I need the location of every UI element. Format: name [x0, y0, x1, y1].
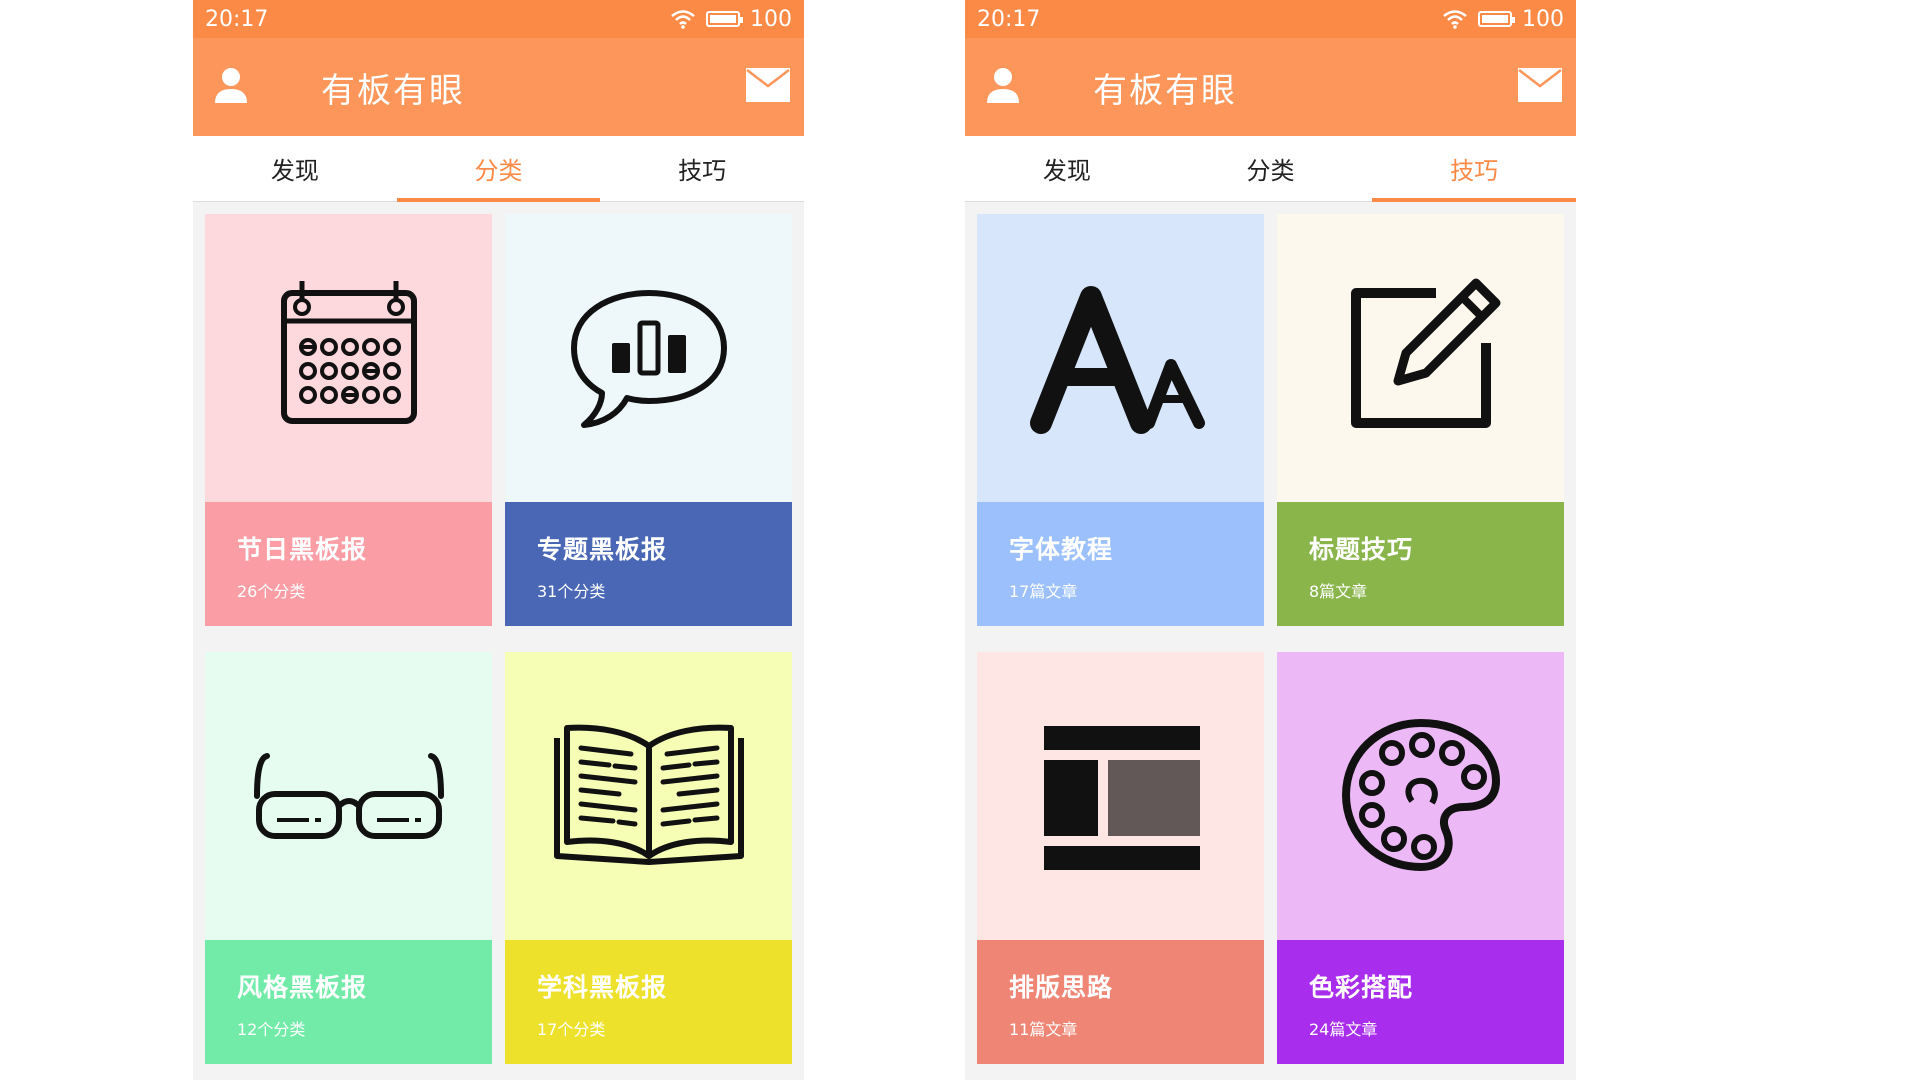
tab-tips[interactable]: 技巧	[1372, 136, 1576, 202]
card-count: 17个分类	[537, 1020, 606, 1039]
wifi-icon	[671, 10, 695, 29]
open-book-icon	[553, 724, 744, 865]
card-image	[1277, 652, 1564, 940]
card-count: 17篇文章	[1009, 582, 1078, 601]
edit-icon	[1350, 278, 1500, 428]
card-title: 专题黑板报	[537, 535, 668, 564]
card-title: 字体教程	[1009, 535, 1114, 564]
battery-icon	[1478, 11, 1515, 27]
app-bar: 有板有眼	[193, 38, 804, 136]
tips-card-layout[interactable]: 排版思路 11篇文章	[977, 652, 1264, 1064]
tips-card-font[interactable]: 字体教程 17篇文章	[977, 214, 1264, 626]
category-card-style[interactable]: 风格黑板报 12个分类	[205, 652, 492, 1064]
card-count: 12个分类	[237, 1020, 306, 1039]
tab-discover[interactable]: 发现	[193, 136, 397, 201]
category-card-topic[interactable]: 专题黑板报 31个分类	[505, 214, 792, 626]
card-image	[505, 214, 792, 502]
card-footer: 学科黑板报 17个分类	[505, 940, 792, 1064]
card-count: 26个分类	[237, 582, 306, 601]
card-image	[505, 652, 792, 940]
category-card-festival[interactable]: 节日黑板报 26个分类	[205, 214, 492, 626]
status-bar: 20:17 100	[193, 0, 804, 38]
tab-bar: 发现 分类 技巧	[965, 136, 1576, 202]
tab-tips[interactable]: 技巧	[600, 136, 804, 201]
card-footer: 字体教程 17篇文章	[977, 502, 1264, 626]
tab-discover[interactable]: 发现	[965, 136, 1169, 201]
card-count: 31个分类	[537, 582, 606, 601]
phone-screen-left: 20:17 100 有板有眼 发现 分类 技巧 节日黑板报 26个分类 专题黑板…	[193, 0, 804, 1080]
card-image	[977, 652, 1264, 940]
app-title: 有板有眼	[1093, 71, 1237, 111]
palette-icon	[1341, 719, 1500, 871]
status-indicators: 100	[1442, 7, 1564, 32]
battery-icon	[706, 11, 743, 27]
card-footer: 风格黑板报 12个分类	[205, 940, 492, 1064]
card-count: 8篇文章	[1309, 582, 1368, 601]
battery-level: 100	[1522, 6, 1564, 32]
card-footer: 专题黑板报 31个分类	[505, 502, 792, 626]
mail-icon[interactable]	[746, 68, 790, 102]
status-bar: 20:17 100	[965, 0, 1576, 38]
card-footer: 标题技巧 8篇文章	[1277, 502, 1564, 626]
status-indicators: 100	[670, 7, 792, 32]
card-title: 色彩搭配	[1309, 973, 1414, 1002]
card-image	[977, 214, 1264, 502]
wifi-icon	[1443, 10, 1467, 29]
tab-category[interactable]: 分类	[396, 136, 601, 202]
card-title: 排版思路	[1009, 973, 1114, 1002]
user-icon[interactable]	[211, 65, 251, 105]
status-time: 20:17	[205, 6, 269, 32]
tab-category[interactable]: 分类	[1169, 136, 1373, 201]
tips-grid: 字体教程 17篇文章 标题技巧 8篇文章 排版思路 11篇文章 色彩搭配 24篇…	[977, 214, 1564, 1064]
status-time: 20:17	[977, 6, 1041, 32]
phone-screen-right: 20:17 100 有板有眼 发现 分类 技巧 字体教程 17篇文章 标题技巧 …	[965, 0, 1576, 1080]
card-footer: 色彩搭配 24篇文章	[1277, 940, 1564, 1064]
user-icon[interactable]	[983, 65, 1023, 105]
card-footer: 节日黑板报 26个分类	[205, 502, 492, 626]
chat-bar-chart-icon	[570, 290, 727, 428]
mail-icon[interactable]	[1518, 68, 1562, 102]
card-title: 标题技巧	[1309, 535, 1414, 564]
card-image	[205, 652, 492, 940]
card-footer: 排版思路 11篇文章	[977, 940, 1264, 1064]
app-title: 有板有眼	[321, 71, 465, 111]
card-count: 24篇文章	[1309, 1020, 1378, 1039]
category-grid: 节日黑板报 26个分类 专题黑板报 31个分类 风格黑板报 12个分类 学科黑板…	[205, 214, 792, 1064]
battery-level: 100	[750, 6, 792, 32]
tips-card-title[interactable]: 标题技巧 8篇文章	[1277, 214, 1564, 626]
category-card-subject[interactable]: 学科黑板报 17个分类	[505, 652, 792, 1064]
calendar-icon	[280, 281, 417, 424]
tips-card-color[interactable]: 色彩搭配 24篇文章	[1277, 652, 1564, 1064]
card-title: 学科黑板报	[537, 973, 668, 1002]
tab-bar: 发现 分类 技巧	[193, 136, 804, 202]
card-count: 11篇文章	[1009, 1020, 1078, 1039]
card-image	[205, 214, 492, 502]
card-title: 节日黑板报	[237, 535, 368, 564]
layout-icon	[1043, 726, 1200, 870]
card-image	[1277, 214, 1564, 502]
card-title: 风格黑板报	[237, 973, 368, 1002]
app-bar: 有板有眼	[965, 38, 1576, 136]
font-icon	[1029, 286, 1205, 434]
glasses-icon	[253, 753, 444, 839]
